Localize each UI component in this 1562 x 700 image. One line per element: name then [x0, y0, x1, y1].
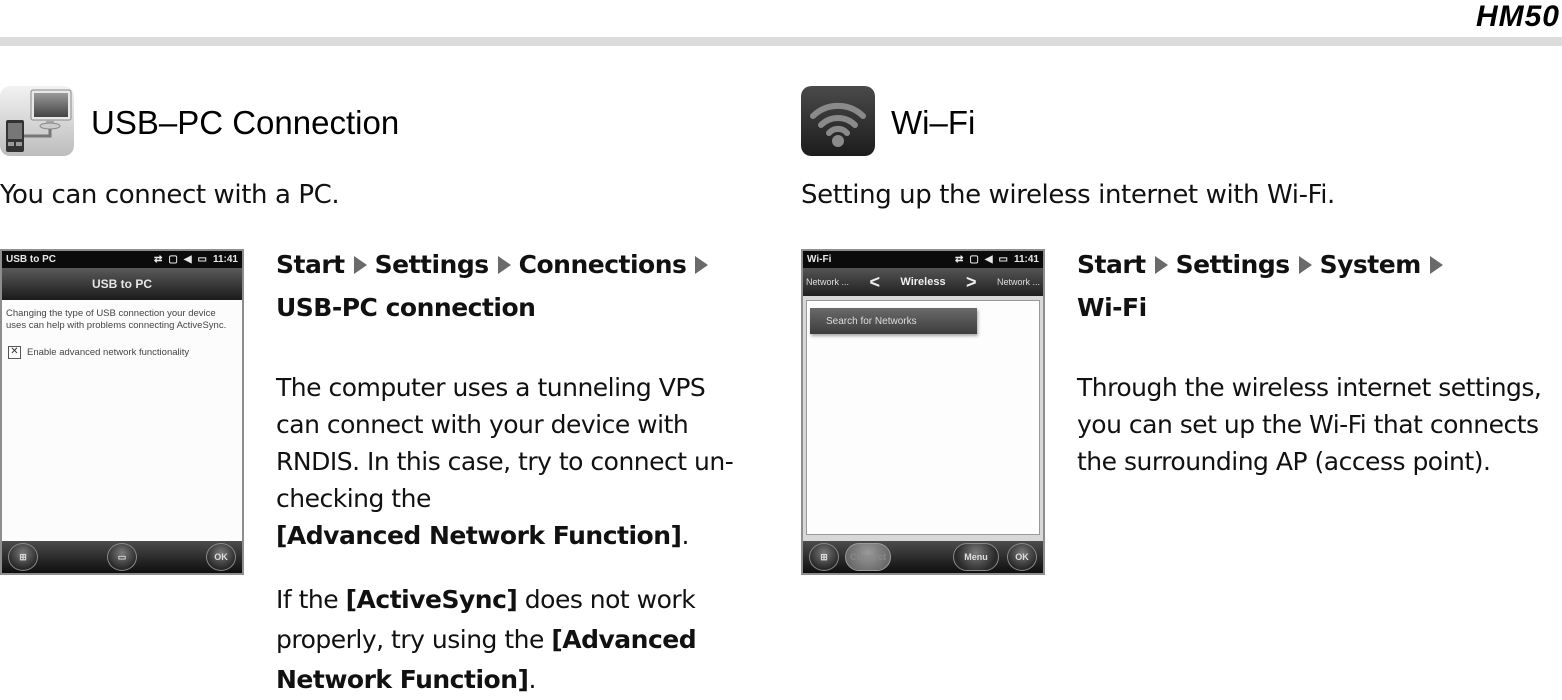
connect-button[interactable]: Connect [845, 543, 891, 571]
clock: 11:41 [1013, 254, 1039, 265]
tab-prev[interactable]: Network ... [806, 277, 849, 287]
windows-start-button[interactable]: ⊞ [809, 543, 839, 571]
navigation-path: Start Settings System Wi-Fi [1077, 243, 1451, 329]
checkbox[interactable]: ✕ [8, 346, 21, 359]
section-intro: You can connect with a PC. [0, 180, 340, 210]
note-bold-activesync: [ActiveSync] [345, 585, 518, 614]
section-intro: Setting up the wireless internet with Wi… [801, 180, 1335, 210]
clock: 11:41 [212, 254, 238, 265]
status-title: Wi-Fi [807, 254, 832, 265]
network-list: Search for Networks [806, 300, 1040, 535]
sync-icon: ⇄ [954, 254, 964, 265]
paragraph-text: The computer uses a tunneling VPS can co… [276, 373, 734, 513]
status-bar: Wi-Fi ⇄ ▢ ◀ ▭ 11:41 [803, 251, 1043, 268]
path-arrow-icon [1429, 256, 1443, 274]
battery-icon: ▭ [197, 254, 207, 265]
usb-to-pc-screenshot: USB to PC ⇄ ▢ ◀ ▭ 11:41 USB to PC Changi… [0, 249, 244, 575]
path-start: Start [1077, 250, 1146, 279]
description-paragraph: Through the wireless internet settings, … [1077, 373, 1542, 476]
wifi-icon [801, 86, 875, 156]
section-title: USB–PC Connection [91, 104, 400, 141]
path-wifi: Wi-Fi [1077, 293, 1147, 322]
status-title: USB to PC [6, 254, 56, 265]
chevron-right-icon[interactable]: > [966, 272, 977, 293]
path-system: System [1319, 250, 1422, 279]
path-arrow-icon [353, 256, 367, 274]
windows-start-button[interactable]: ⊞ [8, 543, 38, 571]
activesync-note: If the [ActiveSync] does not work proper… [276, 580, 746, 700]
connection-icon: ▢ [168, 254, 178, 265]
path-usb-pc-connection: USB-PC connection [276, 293, 536, 322]
note-text: If the [276, 585, 346, 614]
note-end: . [528, 665, 536, 694]
screen-description: Changing the type of USB connection your… [6, 308, 227, 331]
status-bar: USB to PC ⇄ ▢ ◀ ▭ 11:41 [2, 251, 242, 268]
path-settings: Settings [1175, 250, 1291, 279]
path-settings: Settings [374, 250, 490, 279]
section-title: Wi–Fi [891, 104, 976, 141]
description-paragraph: The computer uses a tunneling VPS can co… [276, 369, 736, 554]
keyboard-button[interactable]: ▭ [107, 543, 137, 571]
screen-title: USB to PC [2, 268, 242, 300]
wifi-screenshot: Wi-Fi ⇄ ▢ ◀ ▭ 11:41 Network ... < Wirele… [801, 249, 1045, 575]
tab-wireless[interactable]: Wireless [900, 276, 945, 288]
tab-navigation: Network ... < Wireless > Network ... [803, 268, 1043, 296]
tab-next[interactable]: Network ... [997, 277, 1040, 287]
sync-icon: ⇄ [153, 254, 163, 265]
path-arrow-icon [1298, 256, 1312, 274]
path-arrow-icon [695, 256, 709, 274]
navigation-path: Start Settings Connections USB-PC connecti… [276, 243, 716, 329]
ok-button[interactable]: OK [1007, 543, 1037, 571]
softkey-bar: ⊞ ▭ OK [2, 541, 242, 573]
path-connections: Connections [518, 250, 687, 279]
search-networks-button[interactable]: Search for Networks [810, 308, 977, 334]
paragraph-end: . [681, 521, 689, 550]
ok-button[interactable]: OK [206, 543, 236, 571]
menu-button[interactable]: Menu [953, 543, 999, 571]
chevron-left-icon[interactable]: < [869, 272, 880, 293]
volume-icon: ◀ [984, 254, 993, 265]
path-start: Start [276, 250, 345, 279]
volume-icon: ◀ [183, 254, 192, 265]
checkbox-label: Enable advanced network functionality [27, 347, 190, 358]
connection-icon: ▢ [969, 254, 979, 265]
path-arrow-icon [1154, 256, 1168, 274]
usb-pc-connection-icon [0, 86, 74, 156]
paragraph-bold: [Advanced Network Function] [276, 521, 682, 550]
battery-icon: ▭ [998, 254, 1008, 265]
header-divider [0, 37, 1562, 46]
softkey-bar: ⊞ Connect Menu OK [803, 541, 1043, 573]
model-label: HM50 [1475, 0, 1560, 33]
advanced-network-checkbox-row[interactable]: ✕ Enable advanced network functionality [2, 332, 242, 359]
path-arrow-icon [497, 256, 511, 274]
